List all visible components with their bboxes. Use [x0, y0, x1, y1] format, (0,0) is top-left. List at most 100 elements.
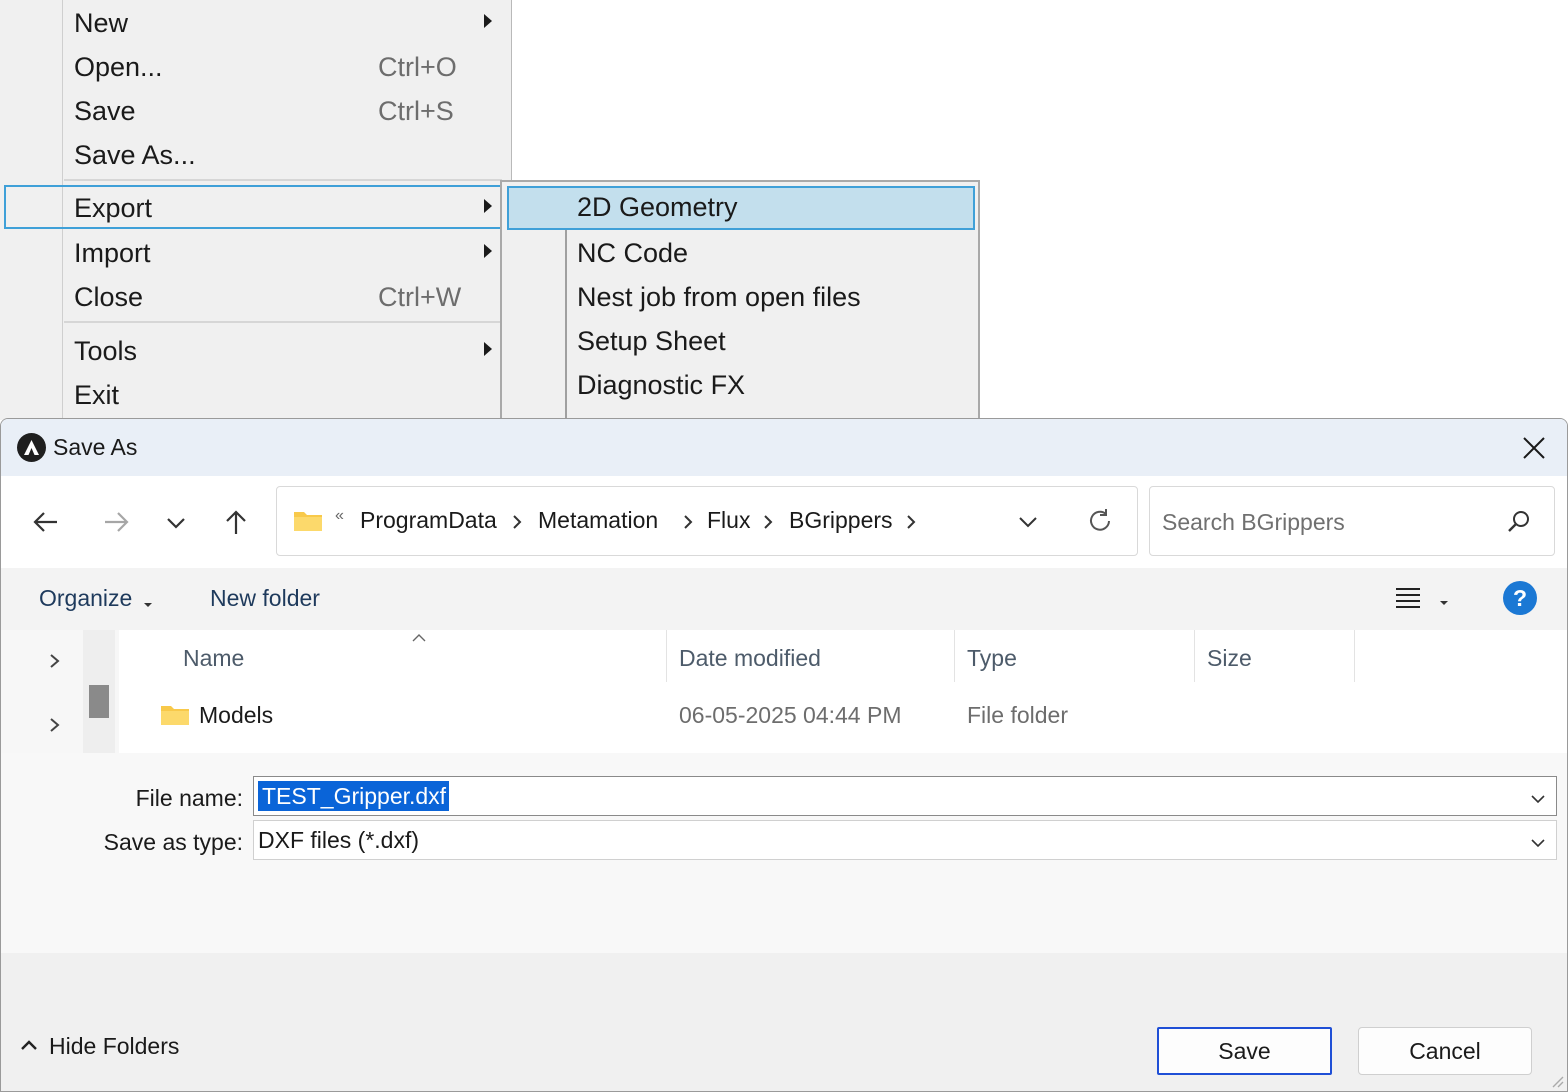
submenu-arrow-icon: [484, 199, 492, 213]
menu-item-label: Open...: [74, 52, 163, 82]
menu-item-label: Exit: [74, 380, 120, 410]
recent-locations-chevron-icon[interactable]: [156, 502, 196, 542]
chevron-down-icon[interactable]: [1530, 835, 1546, 853]
tree-expand-chevron-icon[interactable]: [45, 714, 65, 741]
save-as-type-select[interactable]: DXF files (*.dxf): [253, 820, 1557, 860]
menu-item-shortcut: Ctrl+O: [378, 52, 457, 82]
folder-icon: [293, 509, 323, 538]
menu-item-label: New: [74, 8, 129, 38]
breadcrumb-chevron-icon[interactable]: [510, 512, 524, 537]
organize-dropdown-icon[interactable]: [143, 596, 153, 614]
menu-item-new[interactable]: New: [4, 2, 502, 44]
menu-item-label: Import: [74, 238, 151, 268]
submenu-item-label: 2D Geometry: [577, 192, 738, 222]
up-arrow-icon[interactable]: [216, 502, 256, 542]
breadcrumb-chevron-icon[interactable]: [904, 512, 918, 537]
help-icon[interactable]: ?: [1503, 581, 1537, 615]
chevron-up-icon: [21, 1040, 37, 1050]
menu-item-save-as[interactable]: Save As...: [4, 134, 502, 176]
forward-arrow-icon[interactable]: [96, 502, 136, 542]
column-header-size[interactable]: Size: [1207, 645, 1252, 672]
menu-item-export[interactable]: Export: [4, 185, 502, 229]
menu-item-label: Close: [74, 282, 144, 312]
address-history-chevron-icon[interactable]: [1015, 509, 1041, 540]
export-submenu: 2D Geometry NC Code Nest job from open f…: [500, 180, 980, 422]
breadcrumb-chevron-icon[interactable]: [761, 512, 775, 537]
menu-item-import[interactable]: Import: [4, 232, 502, 274]
submenu-item-nest-job[interactable]: Nest job from open files: [507, 276, 975, 320]
submenu-item-setup-sheet[interactable]: Setup Sheet: [507, 320, 975, 364]
menu-item-label: Export: [74, 193, 153, 223]
table-row[interactable]: Models 06-05-2025 04:44 PM File folder: [121, 690, 1561, 750]
column-divider[interactable]: [666, 630, 667, 682]
file-options-panel: File name: TEST_Gripper.dxf Save as type…: [1, 753, 1567, 953]
save-button[interactable]: Save: [1157, 1027, 1332, 1075]
file-browser: Name Date modified Type Size Models 06-0…: [1, 630, 1567, 753]
submenu-item-2d-geometry[interactable]: 2D Geometry: [507, 186, 975, 230]
breadcrumb-flux[interactable]: Flux: [707, 507, 750, 534]
menu-item-tools[interactable]: Tools: [4, 330, 502, 372]
organize-button[interactable]: Organize: [39, 585, 132, 612]
menu-item-label: Save: [74, 96, 136, 126]
column-header-type[interactable]: Type: [967, 645, 1017, 672]
search-input[interactable]: Search BGrippers: [1149, 486, 1555, 556]
file-name-field[interactable]: TEST_Gripper.dxf: [253, 776, 1557, 816]
breadcrumb-overflow[interactable]: «: [335, 507, 344, 525]
submenu-item-label: Setup Sheet: [577, 326, 726, 356]
address-bar[interactable]: « ProgramData Metamation Flux BGrippers: [276, 486, 1138, 556]
submenu-arrow-icon: [484, 342, 492, 356]
save-as-type-value: DXF files (*.dxf): [258, 827, 420, 853]
view-list-icon[interactable]: [1394, 585, 1422, 616]
menu-item-exit[interactable]: Exit: [4, 374, 502, 416]
file-name-label: File name:: [135, 785, 243, 811]
breadcrumb-metamation[interactable]: Metamation: [538, 507, 658, 534]
submenu-item-diagnostic-fx[interactable]: Diagnostic FX: [507, 364, 975, 408]
column-header-name[interactable]: Name: [183, 645, 244, 672]
navigation-pane: [1, 630, 119, 753]
menu-item-label: Save As...: [74, 140, 196, 170]
menu-item-label: Tools: [74, 336, 138, 366]
cancel-button[interactable]: Cancel: [1358, 1027, 1532, 1075]
menu-item-save[interactable]: Save Ctrl+S: [4, 90, 502, 132]
close-icon[interactable]: [1517, 431, 1551, 465]
submenu-item-nc-code[interactable]: NC Code: [507, 232, 975, 276]
breadcrumb-bgrippers[interactable]: BGrippers: [789, 507, 893, 534]
submenu-item-label: NC Code: [577, 238, 689, 268]
file-menu: New Open... Ctrl+O Save Ctrl+S Save As..…: [0, 0, 512, 420]
column-divider[interactable]: [1194, 630, 1195, 682]
menu-separator: [64, 321, 502, 323]
navigation-pane-scrollbar[interactable]: [83, 630, 115, 753]
column-header-date-modified[interactable]: Date modified: [679, 645, 821, 672]
column-divider[interactable]: [1354, 630, 1355, 682]
type-cell: File folder: [967, 702, 1068, 728]
back-arrow-icon[interactable]: [26, 502, 66, 542]
search-icon[interactable]: [1506, 509, 1532, 540]
menu-item-close[interactable]: Close Ctrl+W: [4, 276, 502, 318]
app-logo-icon: [17, 433, 46, 462]
navigation-bar: « ProgramData Metamation Flux BGrippers …: [1, 476, 1567, 568]
dialog-footer: Hide Folders Save Cancel: [1, 953, 1567, 1091]
submenu-item-label: Diagnostic FX: [577, 370, 746, 400]
breadcrumb-chevron-icon[interactable]: [681, 512, 695, 537]
tree-expand-chevron-icon[interactable]: [45, 650, 65, 677]
hide-folders-label: Hide Folders: [49, 1033, 180, 1059]
resize-grip-icon[interactable]: [1549, 1073, 1565, 1091]
file-name-cell: Models: [199, 702, 274, 728]
sort-ascending-icon: [411, 630, 427, 648]
view-options-dropdown-icon[interactable]: [1439, 594, 1449, 612]
scrollbar-thumb[interactable]: [89, 685, 109, 718]
column-divider[interactable]: [954, 630, 955, 682]
menu-separator: [64, 179, 502, 181]
submenu-arrow-icon: [484, 14, 492, 28]
submenu-arrow-icon: [484, 244, 492, 258]
save-as-type-label: Save as type:: [103, 829, 243, 855]
breadcrumb-programdata[interactable]: ProgramData: [360, 507, 497, 534]
dialog-titlebar[interactable]: Save As: [1, 419, 1567, 476]
menu-item-shortcut: Ctrl+S: [378, 96, 454, 126]
menu-item-shortcut: Ctrl+W: [378, 282, 462, 312]
file-name-value[interactable]: TEST_Gripper.dxf: [258, 781, 450, 811]
chevron-down-icon[interactable]: [1530, 791, 1546, 809]
menu-item-open[interactable]: Open... Ctrl+O: [4, 46, 502, 88]
refresh-icon[interactable]: [1085, 506, 1115, 541]
new-folder-button[interactable]: New folder: [210, 585, 320, 612]
